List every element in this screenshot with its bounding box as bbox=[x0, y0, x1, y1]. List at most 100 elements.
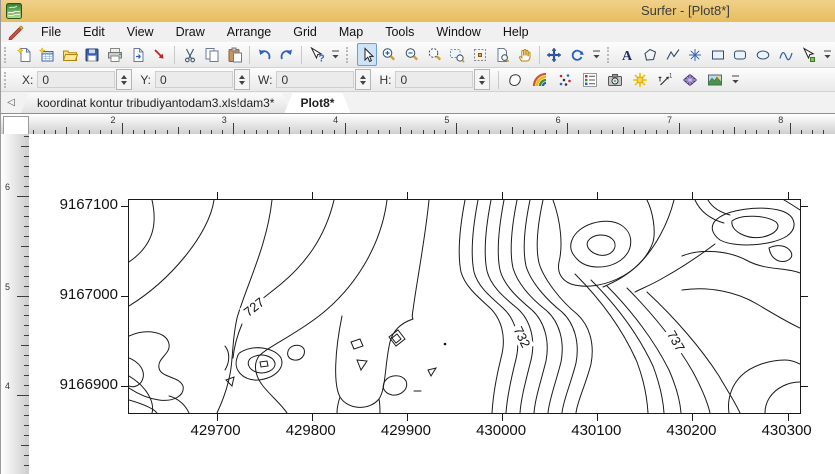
w-position-input[interactable] bbox=[276, 71, 355, 88]
zoom-out-button[interactable] bbox=[402, 43, 423, 66]
menu-window[interactable]: Window bbox=[425, 22, 491, 42]
axis-tick bbox=[406, 192, 408, 199]
base-map-button[interactable] bbox=[503, 68, 526, 91]
w-spinner[interactable] bbox=[355, 69, 372, 90]
contour-lines bbox=[129, 200, 800, 413]
redo-icon bbox=[279, 47, 295, 63]
polygon-button[interactable] bbox=[640, 43, 661, 66]
menu-bar: File Edit View Draw Arrange Grid Map Tools Windo… bbox=[1, 22, 835, 43]
base-map-icon bbox=[507, 72, 523, 88]
paste-button[interactable] bbox=[225, 43, 246, 66]
menu-draw[interactable]: Draw bbox=[165, 22, 216, 42]
y-axis-label: 9166900 bbox=[59, 376, 118, 394]
save-button[interactable] bbox=[82, 43, 103, 66]
menu-help[interactable]: Help bbox=[492, 22, 540, 42]
menu-file[interactable]: File bbox=[30, 22, 72, 42]
toolbar-grip[interactable] bbox=[4, 46, 11, 63]
print-button[interactable] bbox=[105, 43, 126, 66]
toolbar-options-button[interactable] bbox=[822, 44, 834, 65]
menu-grid[interactable]: Grid bbox=[282, 22, 328, 42]
toolbar-grip[interactable] bbox=[346, 46, 353, 63]
text-button[interactable]: A bbox=[617, 43, 638, 66]
help-pointer-button[interactable]: ? bbox=[306, 43, 327, 66]
contour-map[interactable]: 727 732 737 bbox=[121, 192, 808, 421]
ruler-tick bbox=[17, 295, 29, 297]
zoom-window-button[interactable] bbox=[447, 43, 468, 66]
export-button[interactable] bbox=[127, 43, 148, 66]
wireframe-map-button[interactable] bbox=[678, 68, 701, 91]
ruler-number: 5 bbox=[444, 115, 450, 125]
new-worksheet-button[interactable] bbox=[37, 43, 58, 66]
cut-button[interactable] bbox=[179, 43, 200, 66]
y-position-input[interactable] bbox=[155, 71, 234, 88]
spline-button[interactable] bbox=[775, 43, 796, 66]
h-spinner[interactable] bbox=[474, 69, 491, 90]
x-position-input[interactable] bbox=[37, 71, 116, 88]
zoom-selected-button[interactable] bbox=[424, 43, 445, 66]
contour-map-button[interactable] bbox=[528, 68, 551, 91]
plot-document-icon[interactable] bbox=[8, 24, 24, 41]
polyline-button[interactable] bbox=[662, 43, 683, 66]
rectangle-button[interactable] bbox=[708, 43, 729, 66]
classed-post-map-button[interactable] bbox=[578, 68, 601, 91]
ellipse-button[interactable] bbox=[753, 43, 774, 66]
new-worksheet-icon bbox=[39, 46, 55, 63]
x-axis-label: 430000 bbox=[476, 422, 527, 439]
toolbar-options-button[interactable] bbox=[330, 44, 342, 65]
menu-arrange[interactable]: Arrange bbox=[216, 22, 282, 42]
toolbar-options-button[interactable] bbox=[729, 69, 742, 90]
axis-tick bbox=[692, 414, 694, 421]
new-document-button[interactable] bbox=[14, 43, 35, 66]
surfer-logo-icon bbox=[6, 3, 22, 19]
post-map-button[interactable] bbox=[553, 68, 576, 91]
y-axis-label: 9167000 bbox=[59, 286, 118, 304]
reshape-button[interactable] bbox=[798, 43, 819, 66]
rotate-button[interactable] bbox=[567, 43, 588, 66]
h-position-input[interactable] bbox=[395, 71, 474, 88]
axis-tick bbox=[216, 192, 218, 199]
zoom-realtime-button[interactable] bbox=[470, 43, 491, 66]
vector-map-button[interactable]: 1 bbox=[653, 68, 676, 91]
zoom-in-button[interactable] bbox=[379, 43, 400, 66]
undo-button[interactable] bbox=[254, 43, 275, 66]
plot-page-canvas[interactable]: 727 732 737 429700 429800 429900 430000 430100… bbox=[29, 134, 835, 474]
menu-view[interactable]: View bbox=[116, 22, 165, 42]
image-map-button[interactable] bbox=[603, 68, 626, 91]
toolbar-separator bbox=[301, 45, 303, 64]
tab-plot8-active[interactable]: Plot8* bbox=[284, 93, 350, 113]
tab-scroll-left-button[interactable]: ◁ bbox=[1, 93, 21, 113]
menu-map[interactable]: Map bbox=[328, 22, 374, 42]
axis-tick bbox=[597, 192, 599, 199]
ruler-tick bbox=[21, 444, 29, 446]
toolbar-grip[interactable] bbox=[4, 71, 12, 88]
symbol-button[interactable] bbox=[685, 43, 706, 66]
surfer-window: Surfer - [Plot8*] File Edit View Draw Arrang… bbox=[0, 0, 835, 474]
toolbar-options-button[interactable] bbox=[590, 44, 602, 65]
x-spinner[interactable] bbox=[116, 69, 133, 90]
import-button[interactable] bbox=[150, 43, 171, 66]
post-map-icon bbox=[557, 72, 573, 88]
select-button[interactable] bbox=[356, 43, 378, 66]
redo-button[interactable] bbox=[277, 43, 298, 66]
pan-button[interactable] bbox=[515, 43, 536, 66]
move-button[interactable] bbox=[544, 43, 565, 66]
standard-toolbar: ? A bbox=[1, 42, 835, 68]
select-icon bbox=[359, 46, 375, 63]
open-button[interactable] bbox=[60, 43, 81, 66]
spline-icon bbox=[778, 47, 794, 63]
ruler-tick bbox=[21, 146, 29, 148]
symbol-icon bbox=[687, 47, 703, 63]
shaded-relief-map-button[interactable] bbox=[628, 68, 651, 91]
tab-worksheet[interactable]: koordinat kontur tribudiyantodam3.xls!da… bbox=[21, 93, 290, 113]
toolbar-grip[interactable] bbox=[606, 46, 614, 63]
y-spinner[interactable] bbox=[234, 69, 251, 90]
copy-button[interactable] bbox=[202, 43, 223, 66]
print-preview-button[interactable] bbox=[492, 43, 513, 66]
rounded-rectangle-button[interactable] bbox=[730, 43, 751, 66]
menu-tools[interactable]: Tools bbox=[374, 22, 425, 42]
axis-tick bbox=[801, 206, 808, 208]
save-icon bbox=[84, 47, 100, 63]
axis-tick bbox=[121, 206, 128, 208]
menu-edit[interactable]: Edit bbox=[72, 22, 116, 42]
surface-map-button[interactable] bbox=[703, 68, 726, 91]
